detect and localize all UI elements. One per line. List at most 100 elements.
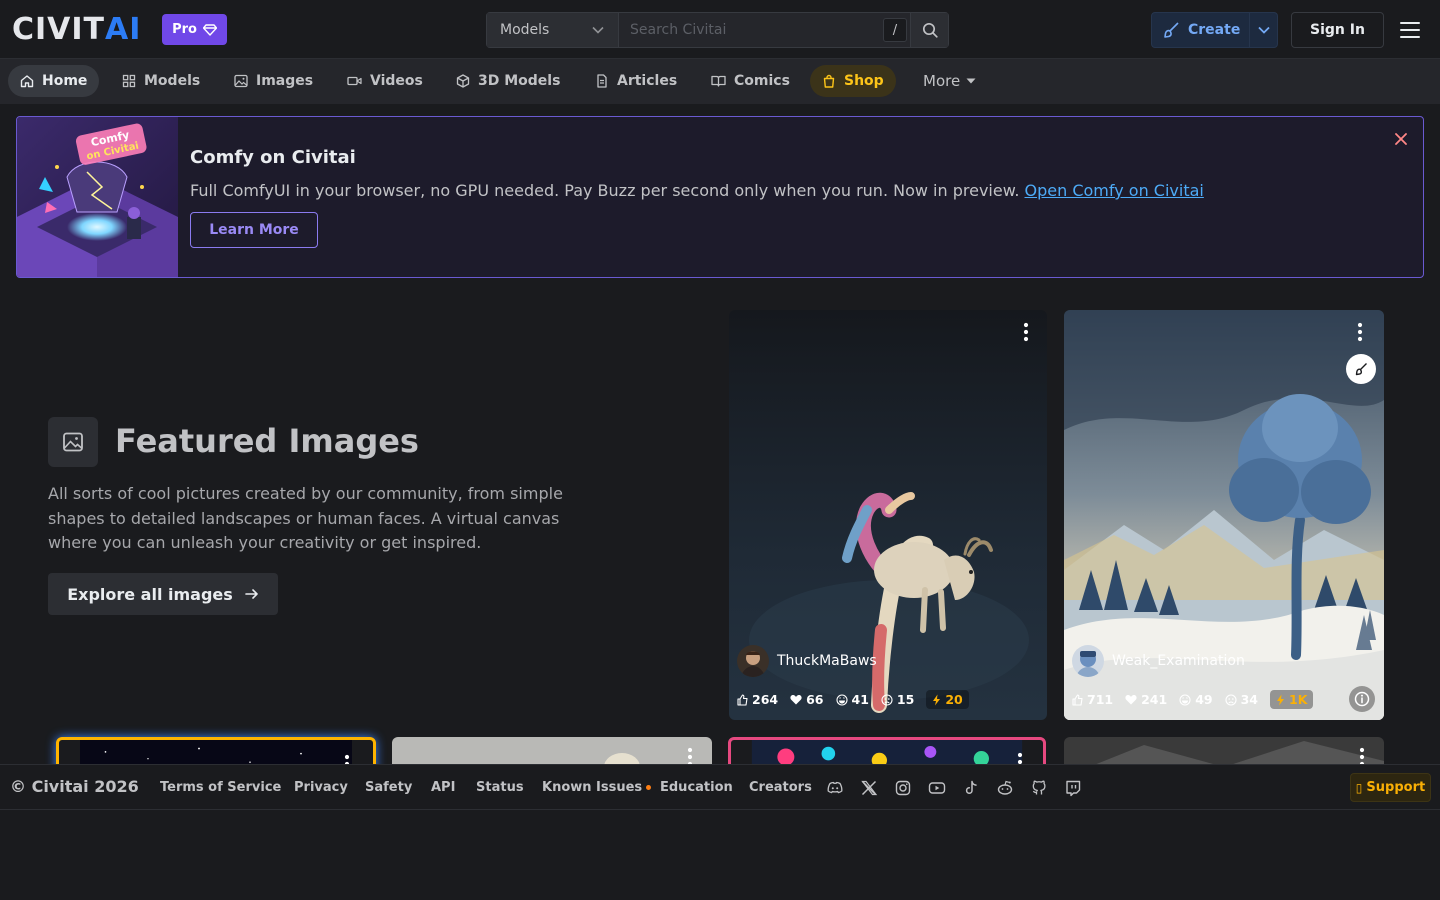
more-vertical-icon [1023,322,1029,342]
nav-item-comics[interactable]: Comics [699,65,802,97]
reddit-icon[interactable] [996,779,1014,797]
buzz-tip[interactable]: 1K [1270,690,1314,709]
discord-icon[interactable] [826,779,844,797]
card-creator[interactable]: ThuckMaBaws [737,645,877,677]
lightning-bolt-icon [1276,694,1285,706]
civitai-logo[interactable]: CIVIT AI [12,14,141,46]
copyright-text: © Civitai 2026 [10,777,139,796]
buzz-count: 1K [1289,692,1308,707]
learn-more-button[interactable]: Learn More [190,212,318,248]
x-icon[interactable] [860,779,878,797]
nav-item-videos[interactable]: Videos [335,65,435,97]
nav-item-label: Images [256,73,314,89]
nav-item-home[interactable]: Home [8,65,100,97]
support-icon: ▯ [1355,780,1363,795]
privacy-link[interactable]: Privacy [294,780,348,795]
nav-item-models[interactable]: Models [110,65,212,97]
create-dropdown-toggle[interactable] [1250,26,1277,34]
youtube-icon[interactable] [928,779,946,797]
heart-reaction[interactable]: 241 [1125,692,1167,707]
create-main-button[interactable]: Create [1152,13,1250,47]
status-link[interactable]: Status [476,780,524,795]
more-vertical-icon [1357,322,1363,342]
education-link[interactable]: Education [660,780,733,795]
search-input[interactable] [619,13,910,47]
tiktok-icon[interactable] [962,779,980,797]
nav-item-images[interactable]: Images [222,65,325,97]
like-reaction[interactable]: 711 [1072,692,1113,707]
cry-reaction[interactable]: 34 [1225,692,1258,707]
shopping-bag-icon [822,74,836,88]
logo-text-civit: CIVIT [12,12,106,47]
known-issues-indicator-dot [646,785,652,790]
nav-item-3d-models[interactable]: 3D Models [444,65,572,97]
like-count: 264 [752,692,779,707]
heart-reaction[interactable]: 66 [790,692,824,707]
known-issues-link[interactable]: Known Issues [542,780,652,795]
caret-down-icon [966,78,976,84]
create-button[interactable]: Create [1151,12,1278,48]
avatar [1072,645,1104,677]
search-bar: Models / [486,12,949,48]
nav-item-shop[interactable]: Shop [810,65,896,97]
arrow-right-icon [244,588,259,600]
hamburger-menu-button[interactable] [1398,20,1422,40]
heart-count: 241 [1141,692,1168,707]
open-comfy-link[interactable]: Open Comfy on Civitai [1025,181,1204,200]
pro-label: Pro [172,22,197,37]
banner-description-text: Full ComfyUI in your browser, no GPU nee… [190,181,1020,200]
twitch-icon[interactable] [1064,779,1082,797]
like-reaction[interactable]: 264 [737,692,778,707]
nav-item-label: Shop [844,73,884,89]
pro-button[interactable]: Pro [162,14,227,45]
card-options-button[interactable] [1023,322,1029,342]
logo-text-ai: AI [105,12,142,47]
nav-item-label: Articles [617,73,678,89]
card-reactions: 711 241 49 34 1K [1072,690,1314,709]
grid-icon [122,74,136,88]
support-button[interactable]: ▯ Support [1350,773,1431,802]
laugh-count: 41 [851,692,869,707]
search-type-select[interactable]: Models [487,13,619,47]
photo-icon [62,431,84,453]
search-button[interactable] [910,13,948,47]
main-nav: Home Models Images Videos 3D Models Arti… [0,59,1440,104]
explore-label: Explore all images [67,584,233,604]
brush-icon [1162,21,1180,39]
creator-username: ThuckMaBaws [777,653,877,669]
banner-description: Full ComfyUI in your browser, no GPU nee… [190,181,1204,200]
chevron-down-icon [592,26,604,34]
sign-in-button[interactable]: Sign In [1291,12,1384,48]
thumb-up-icon [737,693,748,706]
remix-button[interactable] [1346,354,1376,384]
create-label: Create [1188,22,1241,38]
close-icon [1393,131,1409,147]
nav-more-menu[interactable]: More [911,65,988,97]
terms-of-service-link[interactable]: Terms of Service [160,780,281,795]
api-link[interactable]: API [431,780,455,795]
banner-close-button[interactable] [1393,131,1409,147]
github-icon[interactable] [1030,779,1048,797]
image-info-button[interactable] [1349,686,1375,712]
card-options-button[interactable] [1357,322,1363,342]
creators-link[interactable]: Creators [749,780,812,795]
file-text-icon [595,74,609,88]
laugh-icon [835,693,848,706]
nav-item-label: 3D Models [478,73,561,89]
cry-icon [1225,693,1237,706]
cry-reaction[interactable]: 15 [881,692,914,707]
nav-item-articles[interactable]: Articles [583,65,689,97]
known-issues-label: Known Issues [542,780,643,795]
instagram-icon[interactable] [894,779,912,797]
laugh-reaction[interactable]: 41 [835,692,869,707]
nav-item-label: Comics [734,73,790,89]
laugh-reaction[interactable]: 49 [1179,692,1213,707]
featured-images-description: All sorts of cool pictures created by ou… [48,484,563,552]
image-card[interactable]: Weak_Examination 711 241 49 34 1K [1064,310,1384,720]
safety-link[interactable]: Safety [365,780,412,795]
explore-all-images-button[interactable]: Explore all images [48,573,278,615]
image-card[interactable]: ThuckMaBaws 264 66 41 15 20 [729,310,1047,720]
nav-item-label: Models [144,73,201,89]
buzz-tip[interactable]: 20 [926,690,969,709]
card-creator[interactable]: Weak_Examination [1072,645,1245,677]
